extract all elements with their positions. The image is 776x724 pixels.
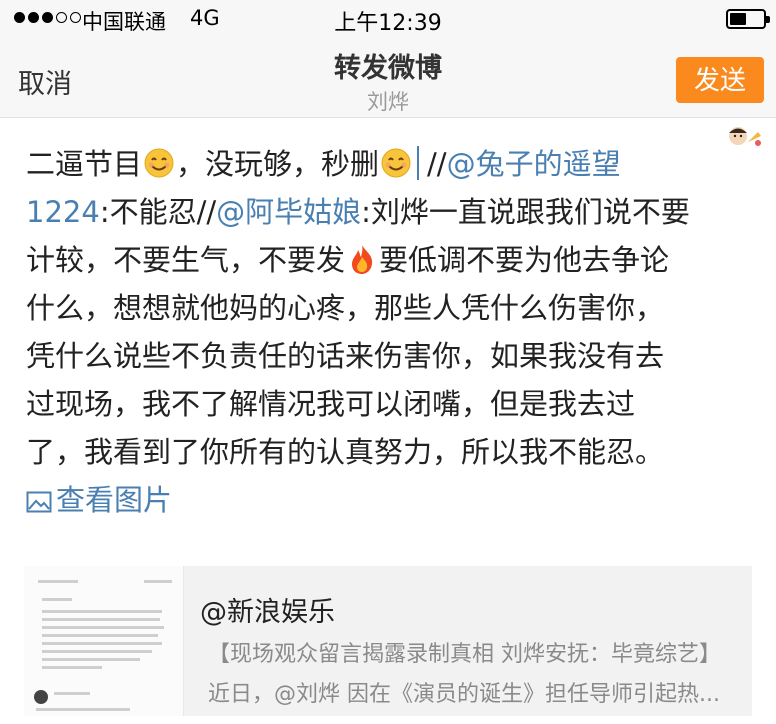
- compose-text: ，没玩够，秒删: [176, 147, 380, 181]
- page-subtitle: 刘烨: [367, 90, 409, 114]
- mention-link[interactable]: @兔子的遥望: [447, 147, 621, 181]
- compose-text: :不能忍//: [99, 195, 217, 229]
- compose-text: 了，我看到了你所有的认真努力，所以我不能忍。: [26, 435, 665, 469]
- compose-line: 1224:不能忍//@阿毕姑娘:刘烨一直说跟我们说不要: [26, 188, 756, 236]
- battery-icon: [726, 9, 770, 29]
- nav-bar: 取消 转发微博 刘烨 发送: [0, 38, 776, 118]
- status-time: 上午12:39: [334, 11, 442, 36]
- quoted-author-name: @新浪娱乐: [200, 597, 335, 628]
- repost-text-area[interactable]: 二逼节目 ，没玩够，秒删 //@兔子的遥望 1224:不能忍//@阿毕姑娘:刘烨一直说…: [26, 140, 756, 524]
- view-pictures-link[interactable]: 查看图片: [26, 476, 756, 524]
- quoted-headline: 【现场观众留言揭露录制真相 刘烨安抚：毕竟综艺】: [208, 642, 721, 667]
- status-bar: 中国联通 4G 上午12:39: [0, 0, 776, 38]
- compose-text: 二逼节目: [26, 147, 143, 181]
- compose-text: //: [427, 147, 447, 181]
- mention-link[interactable]: @阿毕姑娘: [216, 195, 361, 229]
- send-button[interactable]: 发送: [676, 57, 764, 103]
- compose-line: 计较，不要生气，不要发 要低调不要为他去争论: [26, 236, 756, 284]
- smile-emoji: [380, 145, 412, 178]
- compose-text: 过现场，我不了解情况我可以闭嘴，但是我去过: [26, 387, 636, 421]
- compose-line: 过现场，我不了解情况我可以闭嘴，但是我去过: [26, 380, 756, 428]
- fire-emoji: [346, 241, 378, 274]
- mention-link[interactable]: 1224: [26, 195, 100, 229]
- quoted-weibo-card[interactable]: @新浪娱乐 【现场观众留言揭露录制真相 刘烨安抚：毕竟综艺】 近日，@刘烨 因在…: [24, 566, 752, 716]
- text-cursor: [417, 146, 420, 180]
- quoted-thumbnail-image: [24, 566, 184, 716]
- view-pictures-label: 查看图片: [56, 483, 173, 517]
- compose-line: 什么，想想就他妈的心疼，那些人凭什么伤害你，: [26, 284, 756, 332]
- compose-line: 凭什么说些不负责任的话来伤害你，如果我没有去: [26, 332, 756, 380]
- page-title: 转发微博: [334, 53, 442, 84]
- compose-text: 要低调不要为他去争论: [379, 243, 670, 277]
- compose-text: 计较，不要生气，不要发: [26, 243, 346, 277]
- picture-icon: [26, 491, 52, 513]
- quoted-summary: 近日，@刘烨 因在《演员的诞生》担任导师引起热...: [208, 682, 720, 707]
- compose-text: 什么，想想就他妈的心疼，那些人凭什么伤害你，: [26, 291, 665, 325]
- smile-emoji: [143, 145, 175, 178]
- compose-line: 二逼节目 ，没玩够，秒删 //@兔子的遥望: [26, 140, 756, 188]
- compose-text: 凭什么说些不负责任的话来伤害你，如果我没有去: [26, 339, 665, 373]
- compose-text: :刘烨一直说跟我们说不要: [361, 195, 690, 229]
- compose-line: 了，我看到了你所有的认真努力，所以我不能忍。: [26, 428, 756, 476]
